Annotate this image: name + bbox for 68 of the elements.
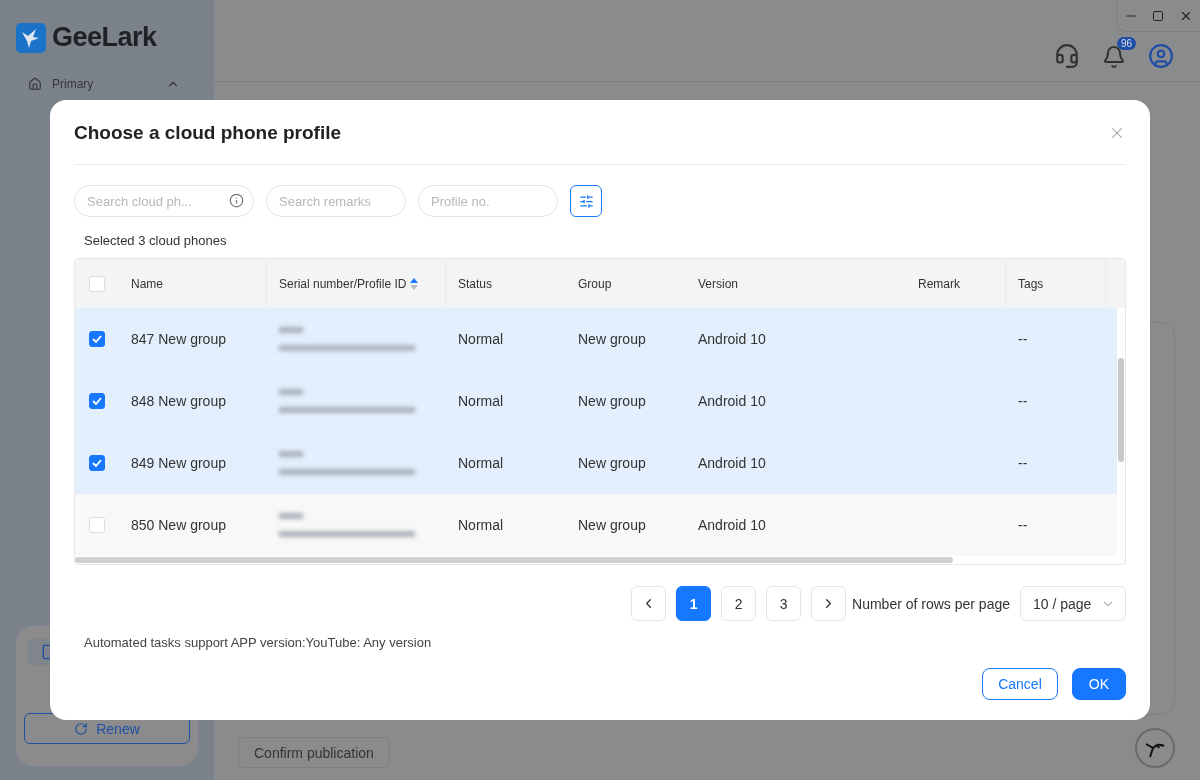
checkbox[interactable]	[89, 393, 105, 409]
table-cell-text: Android 10	[697, 393, 767, 409]
assistant-icon[interactable]	[1135, 728, 1175, 768]
logo-text: GeeLark	[52, 22, 157, 53]
table-cell-text: Normal	[457, 455, 505, 471]
search-field[interactable]: Search cloud ph...	[74, 185, 254, 217]
table-cell-text: --	[1017, 393, 1029, 409]
table-cell-text: Normal	[457, 517, 505, 533]
table-row[interactable]: 850 New group Normal New group Android 10 --	[75, 494, 1117, 556]
column-header: Tags	[1018, 276, 1044, 291]
headset-icon[interactable]	[1054, 43, 1080, 69]
table-cell-text: Android 10	[697, 517, 767, 533]
column-header: Group	[578, 276, 612, 291]
table-cell-text: Android 10	[697, 455, 767, 471]
column-header: Status	[458, 276, 493, 291]
rows-per-page-select[interactable]: 10 / page	[1020, 586, 1126, 621]
page-button[interactable]: 2	[721, 586, 757, 621]
column-header: Remark	[918, 276, 960, 291]
table-cell-text: Normal	[457, 331, 505, 347]
table-row[interactable]: 847 New group Normal New group Android 10 --	[75, 308, 1117, 370]
page-button[interactable]: 1	[676, 586, 712, 621]
nav-label: Primary	[52, 77, 95, 91]
column-header: Name	[131, 276, 163, 291]
column-header: Serial number/Profile ID	[279, 276, 407, 291]
table-cell-text: 847 New group	[130, 331, 227, 347]
logo-icon	[16, 22, 46, 53]
notification-badge: 96	[1116, 37, 1136, 50]
page-button[interactable]: 3	[766, 586, 802, 621]
table-cell-text: --	[1017, 517, 1029, 533]
checkbox[interactable]	[89, 331, 105, 347]
info-icon	[229, 193, 244, 208]
table-cell-text: New group	[577, 393, 647, 409]
table-row[interactable]: 848 New group Normal New group Android 10 --	[75, 370, 1117, 432]
table-cell-text: Normal	[457, 393, 505, 409]
checkmark-icon	[92, 459, 102, 467]
dialog-title: Choose a cloud phone profile	[74, 122, 342, 144]
table-cell-text: --	[1017, 455, 1029, 471]
ok-button[interactable]: OK	[1071, 668, 1126, 700]
home-icon	[28, 77, 42, 91]
table-cell-text: New group	[577, 455, 647, 471]
sort-icon[interactable]	[410, 276, 419, 291]
search-field[interactable]: Search remarks	[266, 185, 406, 217]
table-cell-text: --	[1017, 331, 1029, 347]
table-cell-text: Android 10	[697, 331, 767, 347]
vertical-scrollbar[interactable]	[1118, 358, 1124, 462]
column-header: Version	[698, 276, 739, 291]
rows-per-page-label: Number of rows per page	[852, 595, 1010, 612]
checkmark-icon	[92, 397, 102, 405]
cancel-button[interactable]: Cancel	[982, 668, 1058, 700]
table-row[interactable]: 849 New group Normal New group Android 10 --	[75, 432, 1117, 494]
table-cell-text: 850 New group	[130, 517, 227, 533]
confirm-publication-button[interactable]: Confirm publication	[238, 737, 390, 768]
table-cell-text: New group	[577, 517, 647, 533]
horizontal-scrollbar[interactable]	[75, 557, 953, 563]
sliders-icon	[578, 193, 594, 209]
table-cell-text: 848 New group	[130, 393, 227, 409]
maximize-icon[interactable]	[1152, 9, 1165, 22]
checkbox[interactable]	[89, 455, 105, 471]
table-cell-text: 849 New group	[130, 455, 227, 471]
checkmark-icon	[92, 335, 102, 343]
user-icon[interactable]	[1148, 43, 1174, 69]
search-field[interactable]: Profile no.	[418, 185, 558, 217]
support-note: Automated tasks support APP version:YouTube: Any version	[84, 635, 433, 650]
refresh-icon	[74, 721, 89, 736]
table-cell-text: New group	[577, 331, 647, 347]
bell-icon[interactable]	[1102, 45, 1126, 69]
filter-button[interactable]	[570, 185, 602, 217]
selection-summary: Selected 3 cloud phones	[84, 233, 228, 248]
